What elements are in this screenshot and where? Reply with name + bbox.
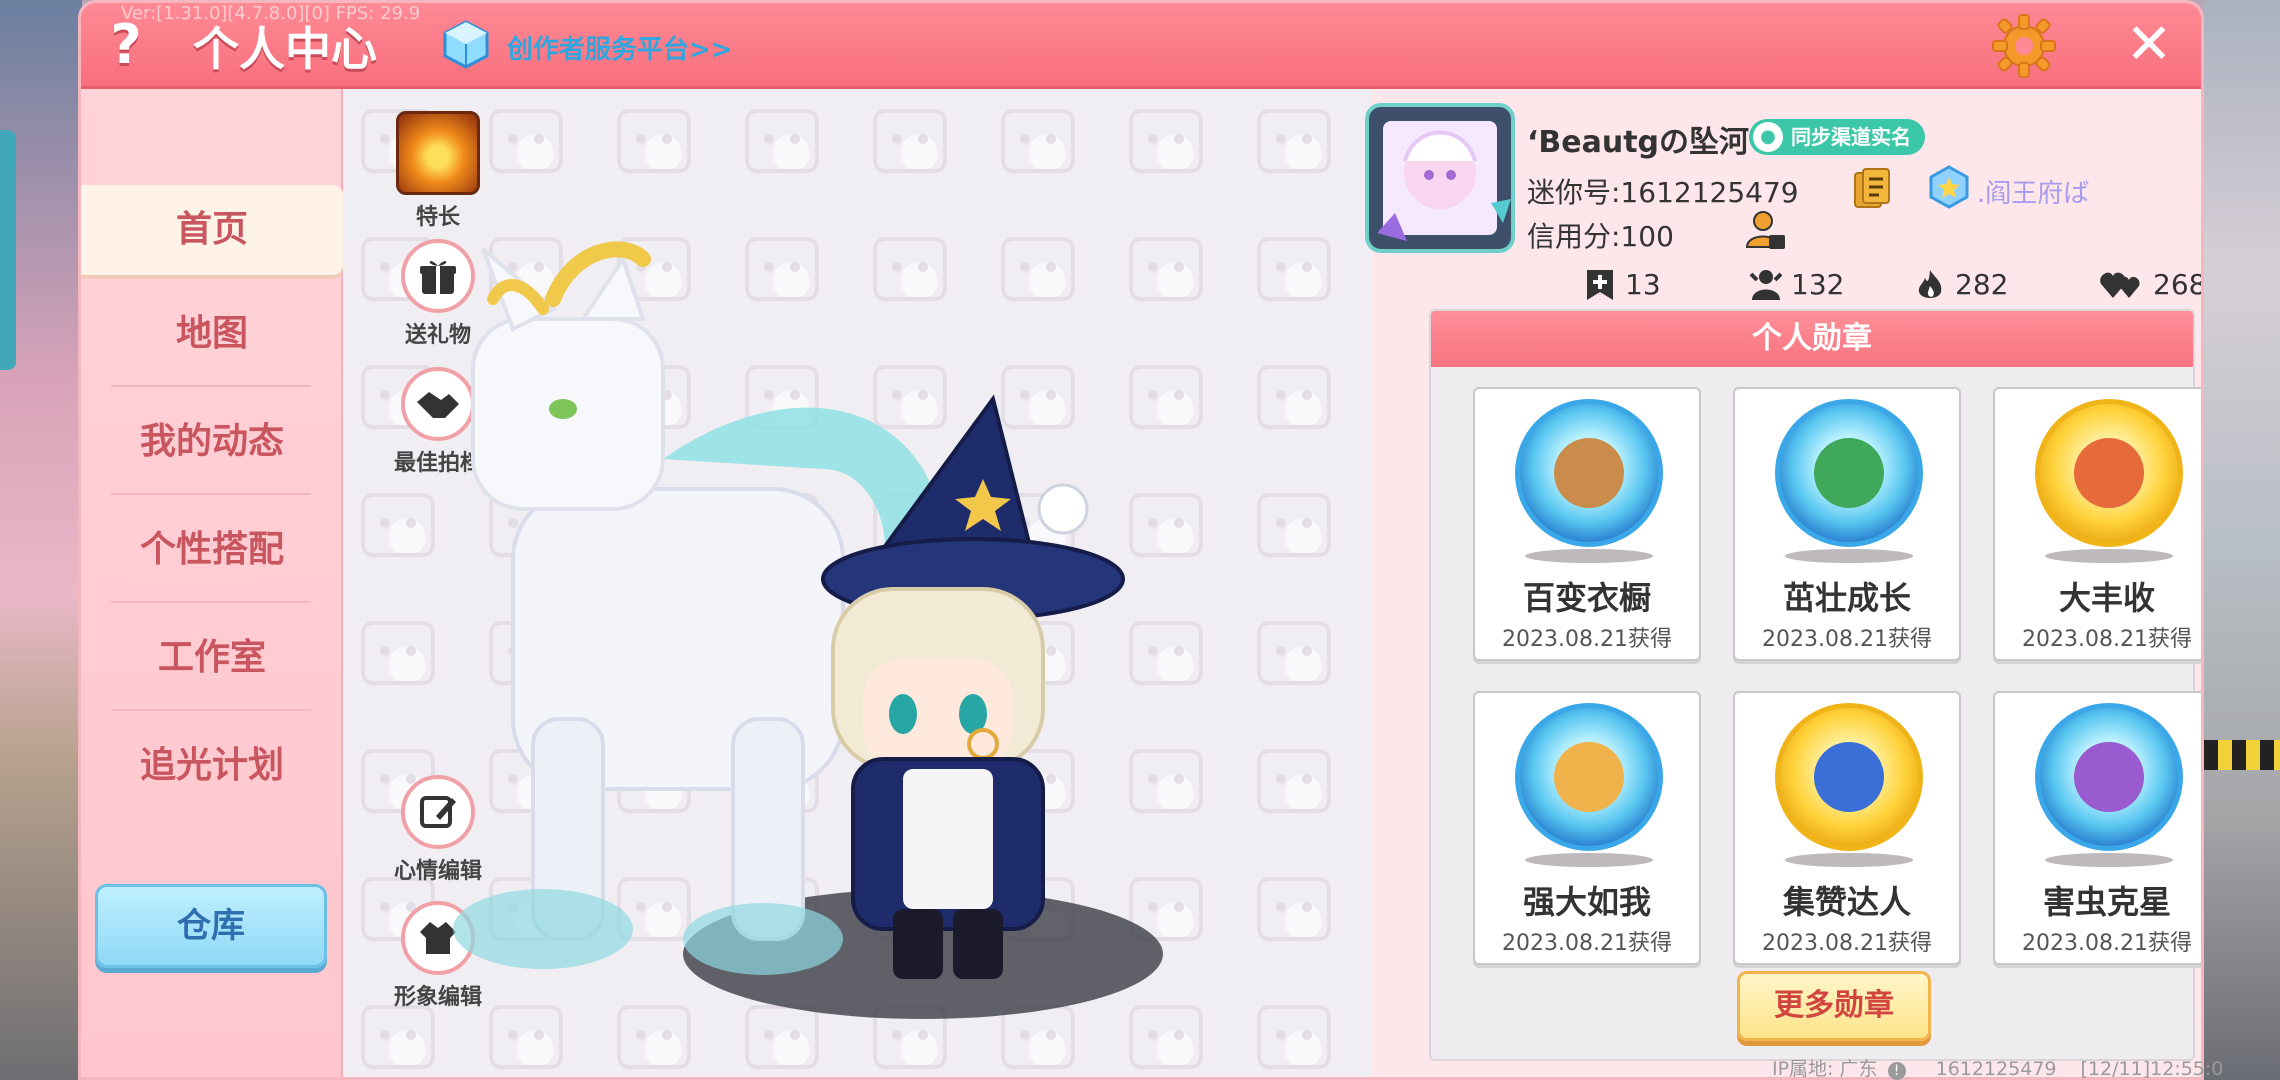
nav-divider bbox=[111, 493, 311, 495]
medal-shadow bbox=[1525, 853, 1653, 867]
nav-divider bbox=[111, 385, 311, 387]
ip-location: IP属地: 广东 bbox=[1772, 1058, 1878, 1080]
medal-date: 2023.08.21获得 bbox=[1502, 931, 1672, 956]
background-sign bbox=[0, 130, 16, 370]
nav-divider bbox=[111, 601, 311, 603]
medal-name: 百变衣橱 bbox=[1522, 579, 1651, 617]
nav-item-map[interactable]: 地图 bbox=[81, 289, 343, 379]
credit-score: 信用分:100 bbox=[1527, 220, 1674, 253]
medal-date: 2023.08.21获得 bbox=[2022, 627, 2192, 652]
medal-harvest-icon bbox=[2035, 399, 2183, 547]
profile-area: ‘Beautgの坠河 ● 同步渠道实名 迷你号:1612125479 .阎王府ば… bbox=[1341, 89, 2204, 1077]
medal-card[interactable]: 百变衣橱 2023.08.21获得 bbox=[1473, 387, 1701, 661]
fans-icon bbox=[1749, 270, 1783, 300]
footer-uid: 1612125479 bbox=[1935, 1058, 2057, 1080]
stat-likes[interactable]: 268 bbox=[2099, 265, 2204, 305]
realname-sync-badge[interactable]: ● 同步渠道实名 bbox=[1749, 119, 1925, 155]
title-bar: Ver:[1.31.0][4.7.8.0][0] FPS: 29.9 ? 个人中… bbox=[81, 3, 2201, 89]
talent-icon bbox=[396, 111, 480, 195]
background-stripe bbox=[2204, 740, 2280, 770]
nav-item-home[interactable]: 首页 bbox=[81, 185, 343, 275]
page-title: 个人中心 bbox=[193, 22, 377, 76]
medal-panel-title: 个人勋章 bbox=[1431, 311, 2193, 367]
medal-shadow bbox=[1785, 853, 1913, 867]
talent-button[interactable]: 特长 bbox=[383, 111, 493, 231]
medal-date: 2023.08.21获得 bbox=[2022, 931, 2192, 956]
gear-icon[interactable] bbox=[1991, 13, 2057, 79]
medal-card[interactable]: 大丰收 2023.08.21获得 bbox=[1993, 387, 2201, 661]
stat-popularity[interactable]: 282 bbox=[1913, 265, 2008, 305]
nav-divider bbox=[111, 709, 311, 711]
flame-icon bbox=[1918, 270, 1942, 298]
nav-item-studio[interactable]: 工作室 bbox=[81, 613, 343, 703]
medal-date: 2023.08.21获得 bbox=[1502, 627, 1672, 652]
footer-info: IP属地: 广东 ! 1612125479 [12/11]12:55:0 bbox=[1772, 1054, 2223, 1080]
medal-card[interactable]: 强大如我 2023.08.21获得 bbox=[1473, 691, 1701, 965]
stat-followers-value: 132 bbox=[1791, 268, 1845, 301]
stat-followers[interactable]: 132 bbox=[1749, 265, 1844, 305]
creator-platform-link[interactable]: 创作者服务平台>> bbox=[507, 29, 733, 66]
medal-name: 强大如我 bbox=[1522, 883, 1651, 921]
more-medals-button[interactable]: 更多勋章 bbox=[1737, 971, 1931, 1041]
medal-shadow bbox=[2045, 853, 2173, 867]
left-nav: 首页 地图 我的动态 个性搭配 工作室 追光计划 仓库 bbox=[81, 89, 343, 1077]
medal-shadow bbox=[1785, 549, 1913, 563]
creator-cube-icon[interactable] bbox=[441, 19, 491, 69]
footer-time: [12/11]12:55:0 bbox=[2080, 1058, 2224, 1080]
medal-name: 茁壮成长 bbox=[1782, 579, 1911, 617]
character-stage: 特长 送礼物 最佳拍档 心情编辑 形象编辑 bbox=[343, 89, 1371, 1077]
user-check-icon: ● bbox=[1753, 122, 1783, 152]
stat-popularity-value: 282 bbox=[1955, 268, 2009, 301]
medal-panel: 个人勋章 百变衣橱 2023.08.21获得 茁壮成长 2023.08.21获得… bbox=[1429, 309, 2201, 1061]
medal-card[interactable]: 集赞达人 2023.08.21获得 bbox=[1733, 691, 1961, 965]
bookmark-plus-icon bbox=[1587, 270, 1613, 300]
warehouse-button[interactable]: 仓库 bbox=[95, 884, 327, 968]
medal-bug-icon bbox=[2035, 703, 2183, 851]
medal-growth-icon bbox=[1775, 399, 1923, 547]
medal-date: 2023.08.21获得 bbox=[1762, 627, 1932, 652]
medal-card[interactable]: 害虫克星 2023.08.21获得 bbox=[1993, 691, 2201, 965]
avatar[interactable] bbox=[1365, 103, 1515, 253]
medal-card[interactable]: 茁壮成长 2023.08.21获得 bbox=[1733, 387, 1961, 661]
help-button[interactable]: ? bbox=[95, 13, 157, 77]
player-character bbox=[821, 394, 1125, 979]
copy-icon[interactable] bbox=[1853, 167, 1891, 209]
medal-name: 大丰收 bbox=[2058, 579, 2155, 617]
medal-thumbs-up-icon bbox=[1775, 703, 1923, 851]
stat-posts-value: 13 bbox=[1625, 268, 1661, 301]
close-button[interactable]: ✕ bbox=[2121, 17, 2177, 73]
medal-name: 集赞达人 bbox=[1782, 883, 1911, 921]
medal-date: 2023.08.21获得 bbox=[1762, 931, 1932, 956]
username: ‘Beautgの坠河 bbox=[1527, 125, 1750, 160]
info-icon: ! bbox=[1887, 1062, 1906, 1080]
medal-name: 害虫克星 bbox=[2042, 883, 2171, 921]
guild-name[interactable]: .阎王府ば bbox=[1977, 173, 2089, 210]
medal-shadow bbox=[2045, 549, 2173, 563]
realname-badge-label: 同步渠道实名 bbox=[1791, 125, 1911, 149]
background-scenery-left bbox=[0, 0, 82, 1080]
medal-wardrobe-icon bbox=[1515, 399, 1663, 547]
hearts-icon bbox=[2100, 272, 2140, 298]
background-scenery-right bbox=[2204, 0, 2280, 1080]
stat-posts[interactable]: 13 bbox=[1583, 265, 1661, 305]
medal-strong-icon bbox=[1515, 703, 1663, 851]
nav-item-light-chasing-plan[interactable]: 追光计划 bbox=[81, 721, 343, 811]
medal-shadow bbox=[1525, 549, 1653, 563]
personal-center-panel: Ver:[1.31.0][4.7.8.0][0] FPS: 29.9 ? 个人中… bbox=[78, 0, 2204, 1080]
credit-user-icon[interactable] bbox=[1743, 209, 1787, 253]
stat-likes-value: 268 bbox=[2153, 268, 2204, 301]
talent-label: 特长 bbox=[415, 205, 460, 230]
nav-item-my-feed[interactable]: 我的动态 bbox=[81, 397, 343, 487]
mini-id: 迷你号:1612125479 bbox=[1527, 176, 1799, 209]
guild-icon bbox=[1929, 165, 1969, 209]
nav-item-outfit[interactable]: 个性搭配 bbox=[81, 505, 343, 595]
